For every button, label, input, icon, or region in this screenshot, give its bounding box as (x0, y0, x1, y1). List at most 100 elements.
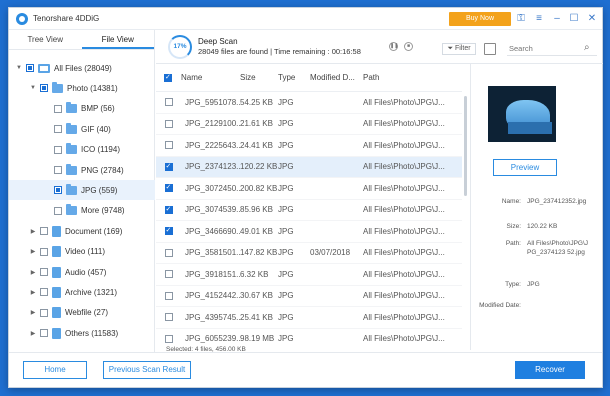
close-icon[interactable]: ✕ (585, 12, 599, 26)
row-checkbox[interactable] (164, 162, 173, 171)
row-checkbox[interactable] (164, 183, 173, 193)
expand-arrow-icon[interactable]: ▶ (29, 269, 37, 276)
row-checkbox[interactable] (164, 141, 173, 150)
tab-file-view[interactable]: File View (81, 30, 154, 49)
key-icon[interactable]: ⚿ (514, 12, 528, 26)
preview-button[interactable]: Preview (493, 159, 557, 176)
tree-item[interactable]: BMP (56) (9, 99, 155, 119)
scan-progress-ring: 17% (168, 34, 192, 59)
table-row[interactable]: JPG_3918151... 6.32 KB JPG All Files\Photo\… (156, 264, 462, 286)
stop-scan-button[interactable]: ■ (404, 42, 413, 51)
tree-item-checkbox[interactable] (40, 84, 48, 93)
file-size: 98.19 MB (240, 334, 275, 344)
file-path: All Files\Photo\JPG\J... (363, 226, 445, 236)
metadata-row: Path: All Files\Photo\JPG\JPG_2374123 52.… (471, 240, 604, 257)
time-remaining-text: Time remaining : 00:16:58 (274, 47, 361, 56)
tree-item-checkbox[interactable] (40, 268, 48, 276)
row-checkbox[interactable] (164, 248, 173, 257)
table-row[interactable]: JPG_2129100... 21.61 KB JPG All Files\Photo… (156, 114, 462, 135)
tree-item-checkbox[interactable] (40, 329, 48, 338)
tree-item-checkbox[interactable] (54, 186, 62, 195)
buy-now-button[interactable]: Buy Now (449, 12, 511, 26)
file-path: All Files\Photo\JPG\J... (363, 291, 445, 301)
table-row[interactable]: JPG_3466690...49.01 KB JPG All Files\Photo… (156, 221, 462, 243)
row-checkbox[interactable] (164, 291, 173, 300)
view-toggle-button[interactable] (484, 43, 496, 55)
minimize-icon[interactable]: – (550, 12, 564, 26)
row-checkbox[interactable] (164, 205, 173, 214)
column-size[interactable]: Size (240, 73, 278, 82)
table-row[interactable]: JPG_3581501... 147.82 KB JPG 03/07/2018 All … (156, 243, 462, 264)
expand-arrow-icon[interactable]: ▶ (29, 309, 37, 316)
tree-item[interactable]: ▶ Archive (1321) (9, 282, 155, 302)
tree-item[interactable]: GIF (40) (9, 119, 155, 139)
expand-arrow-icon[interactable]: ▶ (29, 289, 37, 296)
collapse-arrow-icon[interactable]: ▼ (29, 85, 37, 91)
tree-item-checkbox[interactable] (54, 145, 62, 154)
row-checkbox[interactable] (164, 270, 173, 279)
pause-scan-button[interactable]: ❚❚ (389, 42, 398, 51)
metadata-key: Modified Date: (479, 302, 521, 309)
table-row[interactable]: JPG_3074539...85.96 KB JPG All Files\Photo… (156, 200, 462, 221)
filter-button[interactable]: ⏷ Filter (442, 43, 476, 55)
tree-item-label: JPG (559) (81, 185, 118, 195)
expand-arrow-icon[interactable]: ▶ (29, 248, 37, 255)
tree-item-label: PNG (2784) (81, 165, 124, 175)
file-type: JPG (278, 183, 294, 193)
column-path[interactable]: Path (363, 73, 455, 82)
tree-item-checkbox[interactable] (26, 64, 34, 72)
table-row[interactable]: JPG_2374123...120.22 KBJPG All Files\Phot… (156, 156, 462, 178)
row-checkbox[interactable] (164, 98, 173, 107)
tree-item-checkbox[interactable] (54, 206, 62, 215)
tree-item-checkbox[interactable] (40, 227, 48, 236)
metadata-value: JPG (527, 281, 540, 288)
table-row[interactable]: JPG_4395745... 25.41 KB JPG All Files\Photo… (156, 307, 462, 329)
folder-icon (66, 143, 77, 155)
table-scrollbar[interactable] (464, 96, 467, 196)
row-checkbox[interactable] (164, 313, 173, 322)
tree-item[interactable]: PNG (2784) (9, 160, 155, 180)
file-name: JPG_3074539... (185, 205, 240, 215)
tree-item[interactable]: ICO (1194) (9, 140, 155, 160)
tree-item[interactable]: ▶ Document (169) (9, 221, 155, 241)
row-checkbox[interactable] (164, 226, 173, 236)
tree-item[interactable]: More (9748) (9, 201, 155, 221)
home-button[interactable]: Home (23, 361, 87, 379)
tab-tree-view[interactable]: Tree View (9, 30, 82, 49)
table-row[interactable]: JPG_5951078... 54.25 KB JPG All Files\Photo… (156, 92, 462, 114)
previous-scan-result-button[interactable]: Previous Scan Result (103, 361, 191, 379)
tree-item[interactable]: ▶ Video (111) (9, 242, 155, 262)
table-row[interactable]: JPG_6055239... 98.19 MB JPG All Files\Photo… (156, 329, 462, 345)
tree-item[interactable]: ▼ Photo (14381) (9, 78, 155, 98)
tree-item[interactable]: ▶ Webfile (27) (9, 303, 155, 323)
file-type: JPG (278, 248, 294, 258)
folder-icon (66, 163, 77, 175)
column-modified[interactable]: Modified D... (310, 73, 363, 82)
tree-item-checkbox[interactable] (40, 247, 48, 256)
search-icon[interactable]: ⌕ (584, 42, 590, 53)
table-row[interactable]: JPG_3072450...200.82 KBJPG All Files\Phot… (156, 178, 462, 200)
row-checkbox[interactable] (164, 334, 173, 343)
tree-item-checkbox[interactable] (40, 308, 48, 317)
tree-item[interactable]: ▶ Others (11583) (9, 323, 155, 343)
scan-status: 28049 files are found | Time remaining :… (198, 47, 361, 56)
row-checkbox[interactable] (164, 119, 173, 128)
tree-item-checkbox[interactable] (54, 125, 62, 134)
collapse-arrow-icon[interactable]: ▼ (15, 65, 23, 71)
table-row[interactable]: JPG_4152442... 30.67 KB JPG All Files\Photo… (156, 286, 462, 307)
maximize-icon[interactable]: ☐ (567, 12, 581, 26)
menu-icon[interactable]: ≡ (532, 12, 546, 26)
tree-item[interactable]: ▼ All Files (28049) (9, 58, 155, 78)
column-name[interactable]: Name (181, 73, 240, 82)
column-type[interactable]: Type (278, 73, 310, 82)
recover-button[interactable]: Recover (515, 361, 585, 379)
tree-item-checkbox[interactable] (54, 166, 62, 174)
tree-item-checkbox[interactable] (40, 288, 48, 297)
tree-item[interactable]: ▶ Audio (457) (9, 262, 155, 282)
table-row[interactable]: JPG_2225643... 24.41 KB JPG All Files\Photo… (156, 135, 462, 157)
expand-arrow-icon[interactable]: ▶ (29, 330, 37, 337)
select-all-checkbox[interactable] (164, 73, 172, 82)
expand-arrow-icon[interactable]: ▶ (29, 228, 37, 235)
tree-item[interactable]: JPG (559) (9, 180, 155, 201)
tree-item-checkbox[interactable] (54, 104, 62, 113)
